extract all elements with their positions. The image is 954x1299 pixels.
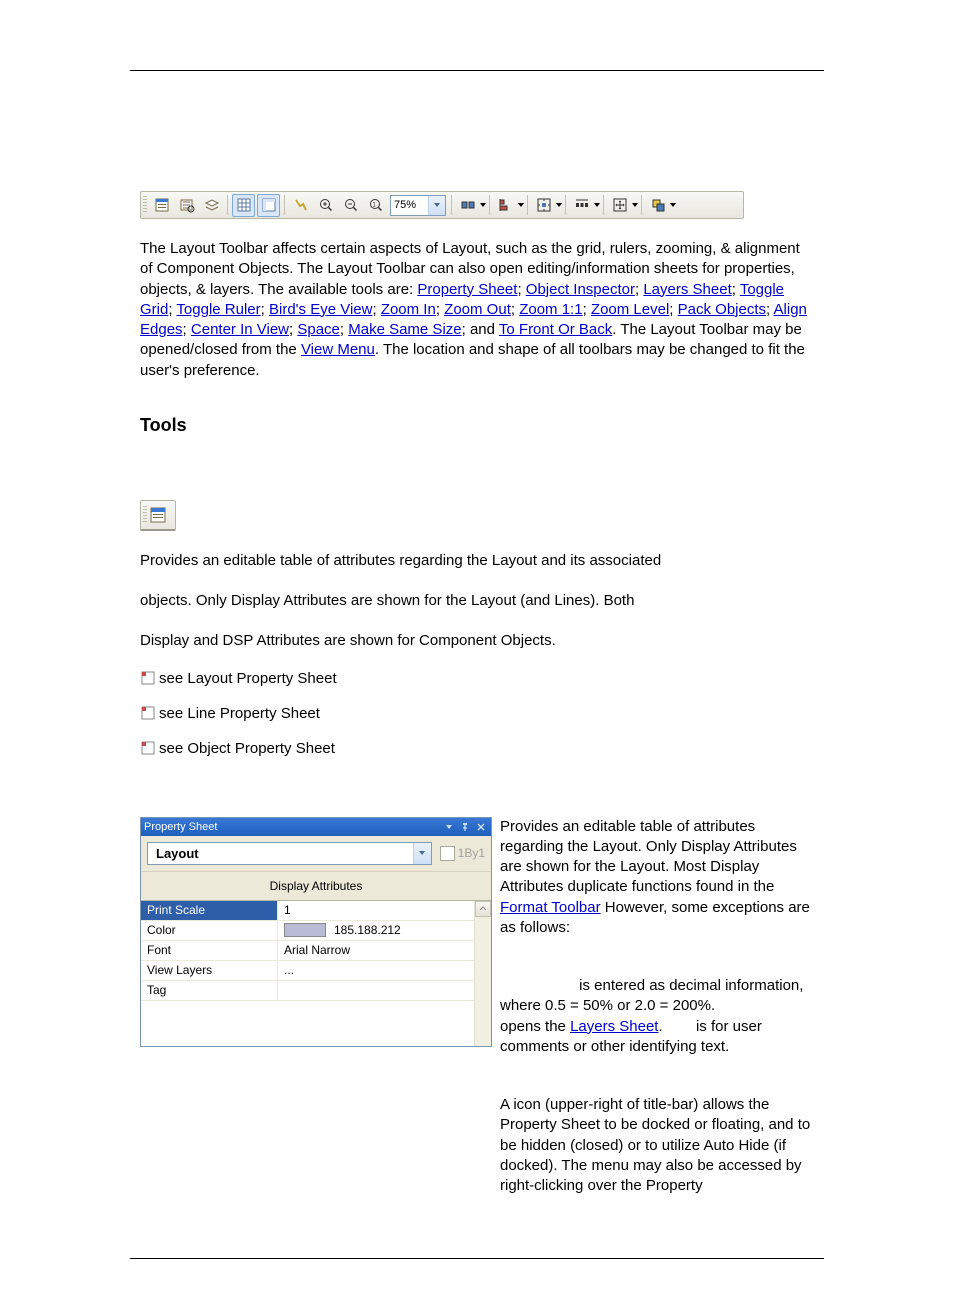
- property-sheet-tool-icon: [140, 500, 176, 531]
- checkbox-label: 1By1: [458, 846, 485, 860]
- text: 185.188.212: [334, 923, 401, 937]
- center-in-view-icon[interactable]: [532, 194, 555, 217]
- scrollbar[interactable]: [474, 901, 491, 1046]
- text: is entered as decimal information, where…: [500, 977, 808, 1014]
- pack-objects-icon[interactable]: [456, 194, 479, 217]
- layers-sheet-icon[interactable]: [200, 194, 223, 217]
- text: Provides an editable table of attributes…: [140, 551, 814, 571]
- text: Provides an editable table of attributes…: [500, 818, 797, 896]
- dropdown-arrow-icon[interactable]: [670, 203, 676, 207]
- cell-key: View Layers: [141, 961, 277, 980]
- dropdown-arrow-icon[interactable]: [480, 203, 486, 207]
- menu-arrow-icon[interactable]: [442, 820, 456, 834]
- make-same-size-icon[interactable]: [608, 194, 631, 217]
- property-sheet-icon[interactable]: [150, 194, 173, 217]
- dropdown-arrow-icon[interactable]: [594, 203, 600, 207]
- property-sheet-titlebar[interactable]: Property Sheet: [141, 818, 491, 836]
- link-birds-eye-view[interactable]: Bird's Eye View: [269, 301, 372, 318]
- to-front-or-back-icon[interactable]: [646, 194, 669, 217]
- link-layers-sheet[interactable]: Layers Sheet: [643, 281, 731, 298]
- topic-icon: [140, 740, 158, 756]
- tools-heading: Tools: [140, 415, 814, 436]
- dropdown-arrow-icon[interactable]: [518, 203, 524, 207]
- cell-key: Color: [141, 921, 277, 940]
- link-toggle-ruler[interactable]: Toggle Ruler: [176, 301, 260, 318]
- 1by1-checkbox[interactable]: [440, 846, 455, 861]
- table-row[interactable]: View Layers ...: [141, 961, 491, 981]
- link-zoom-out[interactable]: Zoom Out: [444, 301, 511, 318]
- list-item: see Object Property Sheet: [140, 740, 814, 757]
- link-make-same-size[interactable]: Make Same Size: [348, 321, 461, 338]
- layout-toolbar: 1 75%: [140, 191, 744, 219]
- topic-icon: [140, 670, 158, 686]
- dropdown-arrow-icon[interactable]: [556, 203, 562, 207]
- dropdown-arrow-icon[interactable]: [428, 196, 445, 215]
- scroll-up-icon[interactable]: [475, 901, 491, 917]
- link-zoom-1-1[interactable]: Zoom 1:1: [519, 301, 582, 318]
- cell-value[interactable]: [277, 981, 491, 1000]
- intro-paragraph: The Layout Toolbar affects certain aspec…: [140, 239, 814, 381]
- cell-value[interactable]: Arial Narrow: [277, 941, 491, 960]
- cell-key: Tag: [141, 981, 277, 1000]
- link-format-toolbar[interactable]: Format Toolbar: [500, 899, 601, 916]
- dropdown-arrow-icon[interactable]: [413, 843, 431, 864]
- list-item: see Line Property Sheet: [140, 705, 814, 722]
- zoom-out-icon[interactable]: [339, 194, 362, 217]
- cell-key: Print Scale: [141, 901, 277, 920]
- link-space[interactable]: Space: [297, 321, 340, 338]
- table-row[interactable]: Color 185.188.212: [141, 921, 491, 941]
- zoom-1-1-icon[interactable]: 1: [364, 194, 387, 217]
- close-icon[interactable]: [474, 820, 488, 834]
- text: Display and DSP Attributes are shown for…: [140, 631, 814, 651]
- text: see Object Property Sheet: [159, 740, 335, 757]
- list-item: see Layout Property Sheet: [140, 670, 814, 687]
- pin-icon[interactable]: [458, 820, 472, 834]
- link-to-front-or-back[interactable]: To Front Or Back: [499, 321, 612, 338]
- table-row[interactable]: Font Arial Narrow: [141, 941, 491, 961]
- cell-value[interactable]: 1: [277, 901, 491, 920]
- property-grid: Print Scale 1 Color 185.188.212 Font Ari…: [141, 901, 491, 1046]
- link-zoom-in[interactable]: Zoom In: [381, 301, 436, 318]
- cell-value[interactable]: ...: [277, 961, 491, 980]
- display-attributes-tab[interactable]: Display Attributes: [141, 872, 491, 901]
- zoom-level-value: 75%: [391, 199, 428, 211]
- property-sheet-window: Property Sheet Layout 1By1 Display Attri…: [140, 817, 492, 1047]
- toggle-grid-icon[interactable]: [232, 194, 255, 217]
- text: see Line Property Sheet: [159, 705, 320, 722]
- divider-top: [130, 70, 824, 71]
- zoom-in-icon[interactable]: [314, 194, 337, 217]
- link-center-in-view[interactable]: Center In View: [191, 321, 289, 338]
- text: A icon (upper-right of title-bar) allows…: [500, 1095, 814, 1196]
- description-column: Provides an editable table of attributes…: [500, 817, 814, 1209]
- text: objects. Only Display Attributes are sho…: [140, 591, 814, 611]
- color-swatch: [284, 923, 326, 937]
- table-row[interactable]: Tag: [141, 981, 491, 1001]
- cell-value[interactable]: 185.188.212: [277, 921, 491, 940]
- object-selector-combo[interactable]: Layout: [147, 842, 432, 865]
- link-object-inspector[interactable]: Object Inspector: [526, 281, 635, 298]
- link-property-sheet[interactable]: Property Sheet: [417, 281, 517, 298]
- space-icon[interactable]: [570, 194, 593, 217]
- toggle-ruler-icon[interactable]: [257, 194, 280, 217]
- topic-icon: [140, 705, 158, 721]
- text: see Layout Property Sheet: [159, 670, 337, 687]
- table-row[interactable]: Print Scale 1: [141, 901, 491, 921]
- toolbar-grip[interactable]: [143, 196, 147, 214]
- svg-text:1: 1: [372, 203, 376, 209]
- link-pack-objects[interactable]: Pack Objects: [678, 301, 766, 318]
- align-edges-icon[interactable]: [494, 194, 517, 217]
- divider-bottom: [130, 1258, 824, 1259]
- birds-eye-view-icon[interactable]: [289, 194, 312, 217]
- combo-value: Layout: [148, 846, 413, 861]
- title-text: Property Sheet: [144, 821, 440, 833]
- dropdown-arrow-icon[interactable]: [632, 203, 638, 207]
- link-layers-sheet-2[interactable]: Layers Sheet: [570, 1018, 658, 1035]
- text: ; and: [462, 321, 499, 338]
- text: opens the: [500, 1018, 570, 1035]
- zoom-level-combo[interactable]: 75%: [390, 195, 446, 216]
- link-zoom-level[interactable]: Zoom Level: [591, 301, 669, 318]
- link-view-menu[interactable]: View Menu: [301, 341, 375, 358]
- object-inspector-icon[interactable]: [175, 194, 198, 217]
- cell-key: Font: [141, 941, 277, 960]
